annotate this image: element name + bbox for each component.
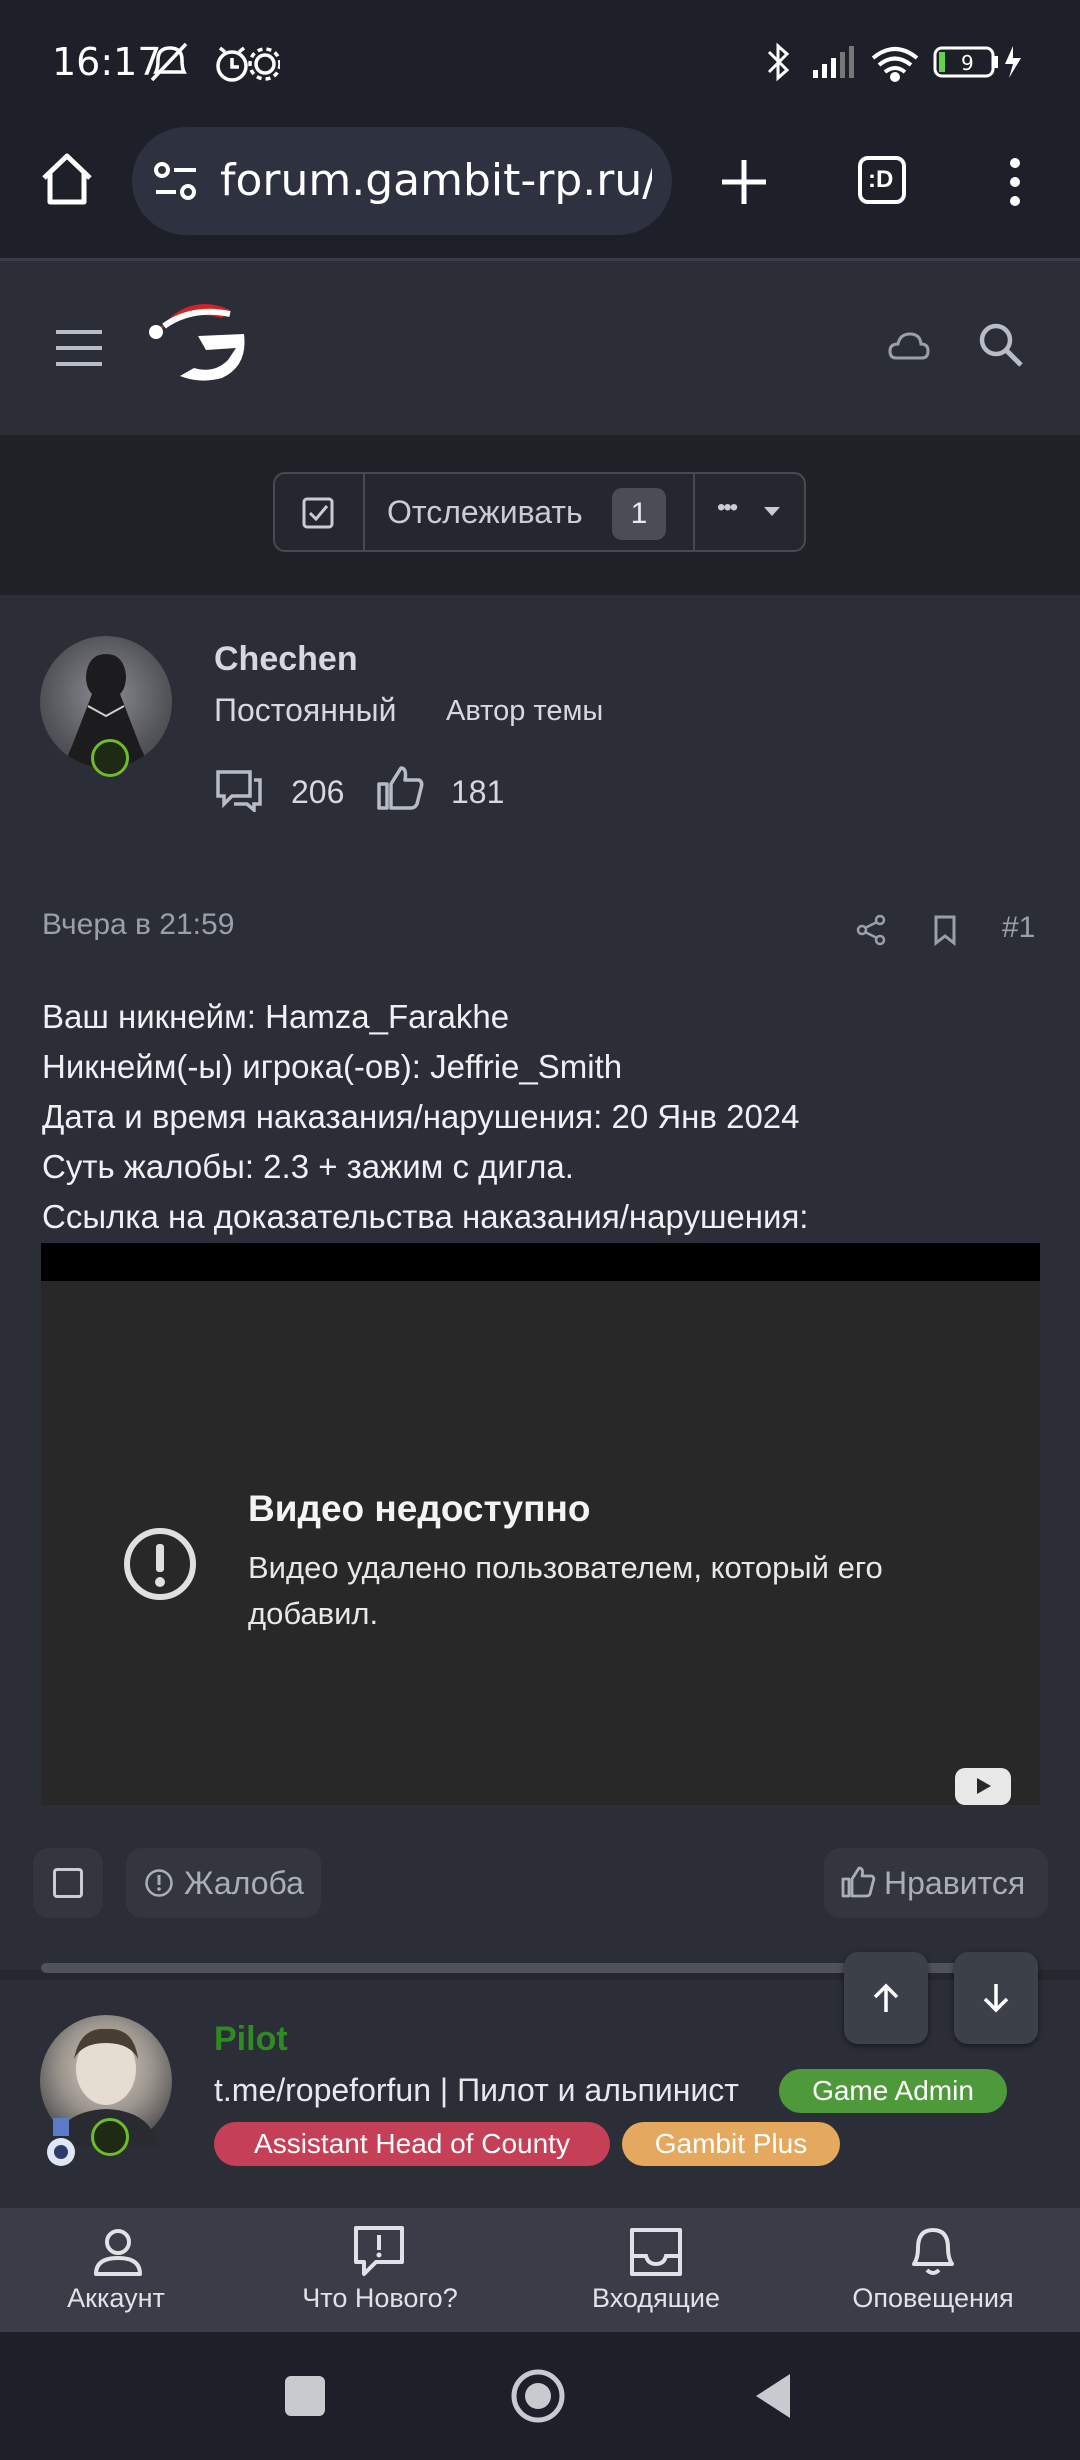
share-icon[interactable] [856, 914, 886, 946]
nav-notifications[interactable]: Оповещения [840, 2283, 1026, 2314]
report-label[interactable]: Жалоба [184, 1865, 304, 1902]
thread-starter-badge: Автор темы [446, 695, 604, 727]
home-button[interactable] [510, 2368, 566, 2424]
more-dots: ••• [717, 494, 738, 521]
post-line-offenders: Никнейм(-ы) игрока(-ов): Jeffrie_Smith [42, 1048, 623, 1085]
checkbox-icon [302, 497, 334, 529]
chevron-down-icon [764, 507, 780, 516]
gambit-logo[interactable] [140, 288, 250, 388]
bell-icon[interactable] [906, 2224, 960, 2280]
post-line-evidence: Ссылка на доказательства наказания/наруш… [42, 1198, 809, 1235]
signal-icon [813, 46, 854, 78]
arrow-down-icon [983, 1984, 1009, 2013]
bluetooth-icon [767, 42, 790, 82]
thumbs-up-icon [841, 1866, 876, 1898]
badge-game-admin: Game Admin [779, 2069, 1007, 2113]
site-settings-icon[interactable] [152, 160, 200, 204]
status-bar: 16:17 9 [0, 0, 1080, 125]
error-icon [124, 1528, 196, 1600]
video-unavailable-message: Видео удалено пользователем, который его… [248, 1550, 883, 1631]
battery-icon: 9 [933, 46, 1021, 78]
back-button[interactable] [752, 2372, 792, 2420]
search-icon[interactable] [978, 322, 1024, 368]
message-count: 206 [291, 774, 345, 810]
battery-level: 9 [961, 51, 974, 75]
bookmark-icon[interactable] [932, 914, 958, 946]
wifi-icon [871, 47, 919, 82]
charging-icon [1005, 46, 1021, 78]
post-line-nickname: Ваш никнейм: Hamza_Farakhe [42, 998, 510, 1035]
cloud-icon[interactable] [888, 330, 930, 362]
account-icon[interactable] [92, 2226, 144, 2278]
badge-assistant-head: Assistant Head of County [214, 2122, 610, 2166]
status-icons-left [150, 42, 280, 82]
messages-icon [216, 770, 262, 812]
status-icons-right: 9 [767, 42, 1021, 82]
new-tab-icon[interactable] [718, 156, 770, 208]
whats-new-icon[interactable] [352, 2224, 406, 2280]
watch-button-group: Отслеживать 1 ••• [273, 472, 806, 552]
tab-switcher-label: :D [868, 166, 894, 193]
author-name[interactable]: Pilot [214, 2020, 288, 2059]
online-status-icon [91, 739, 129, 777]
author-name[interactable]: Chechen [214, 640, 358, 679]
arrow-up-icon [873, 1983, 899, 2012]
nav-inbox[interactable]: Входящие [572, 2283, 740, 2314]
tab-switcher-button[interactable]: :D [858, 156, 906, 204]
nav-account[interactable]: Аккаунт [36, 2283, 196, 2314]
medal-icon [47, 2118, 75, 2166]
online-status-icon [91, 2118, 129, 2156]
gear-icon [248, 47, 280, 81]
hamburger-menu-icon[interactable] [54, 328, 104, 368]
browser-menu-icon[interactable] [1004, 156, 1026, 208]
author-title: Постоянный [214, 692, 397, 728]
select-thread-button[interactable] [275, 474, 365, 550]
thumbs-up-icon [377, 766, 424, 810]
watch-count-badge: 1 [612, 488, 666, 540]
post-line-datetime: Дата и время наказания/нарушения: 20 Янв… [42, 1098, 800, 1135]
author-title: t.me/ropeforfun | Пилот и альпинист [214, 2072, 739, 2108]
nav-whats-new[interactable]: Что Нового? [290, 2283, 470, 2314]
select-post-checkbox[interactable] [33, 1848, 103, 1918]
reaction-score: 181 [451, 774, 505, 810]
warning-icon [145, 1869, 173, 1897]
like-label[interactable]: Нравится [884, 1865, 1025, 1902]
post-line-summary: Суть жалобы: 2.3 + зажим с дигла. [42, 1148, 574, 1185]
youtube-icon[interactable] [955, 1768, 1011, 1805]
home-icon[interactable] [38, 150, 96, 208]
checkbox-box [53, 1868, 83, 1898]
post-date[interactable]: Вчера в 21:59 [42, 908, 234, 942]
post-number-link[interactable]: #1 [1002, 911, 1035, 945]
watch-button[interactable]: Отслеживать [387, 494, 583, 531]
alarm-icon [216, 46, 248, 82]
video-unavailable-title: Видео недоступно [248, 1488, 591, 1529]
inbox-icon[interactable] [628, 2226, 684, 2278]
status-time: 16:17 [52, 40, 162, 84]
video-top-strip [41, 1243, 1040, 1281]
badge-gambit-plus: Gambit Plus [622, 2122, 840, 2166]
scroll-top-button[interactable] [844, 1952, 928, 2044]
more-options-button[interactable]: ••• [693, 474, 806, 550]
recents-button[interactable] [285, 2376, 325, 2416]
horizontal-scrollbar[interactable] [41, 1963, 965, 1973]
scroll-bottom-button[interactable] [954, 1952, 1038, 2044]
mute-bell-icon [150, 42, 188, 82]
url-text[interactable]: forum.gambit-rp.ru/threads [220, 155, 652, 206]
